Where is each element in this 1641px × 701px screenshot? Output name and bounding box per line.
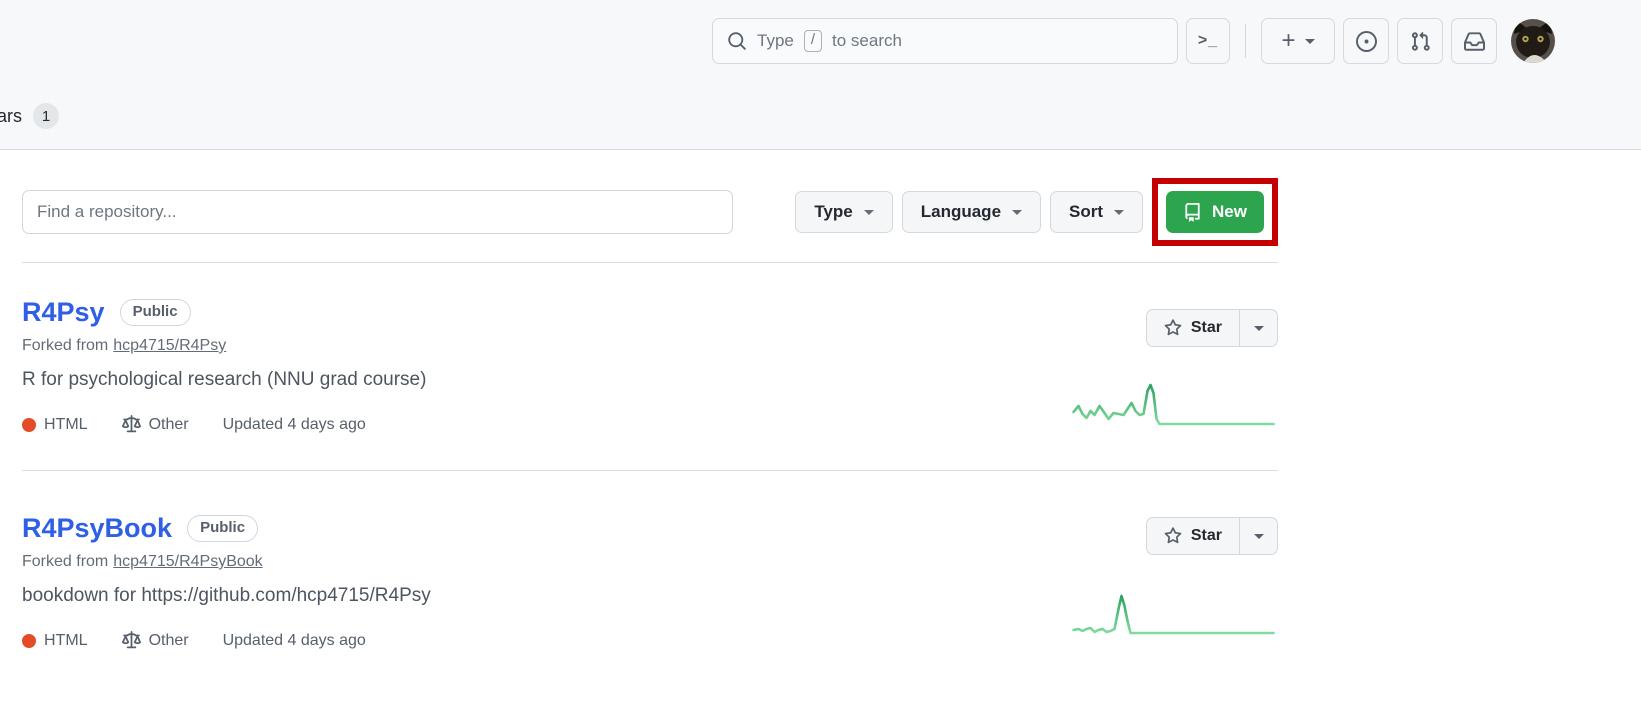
- inbox-icon: [1464, 31, 1485, 52]
- issue-opened-icon: [1356, 31, 1377, 52]
- tab-stars-label: Stars: [0, 106, 22, 127]
- star-label: Star: [1191, 527, 1222, 545]
- forked-from-label: Forked from: [22, 337, 108, 354]
- repo-name-link[interactable]: R4PsyBook: [22, 513, 172, 544]
- fork-source-link[interactable]: hcp4715/R4PsyBook: [113, 553, 262, 570]
- caret-down-icon: [1254, 326, 1264, 331]
- visibility-badge: Public: [187, 515, 258, 542]
- repository-toolbar: Type Language Sort New: [22, 178, 1278, 246]
- new-repository-label: New: [1212, 202, 1247, 222]
- type-filter-button[interactable]: Type: [795, 191, 892, 233]
- updated-meta: Updated 4 days ago: [223, 416, 366, 434]
- star-button[interactable]: Star: [1146, 517, 1240, 555]
- plus-icon: +: [1281, 27, 1295, 55]
- star-icon: [1164, 319, 1182, 337]
- create-new-button[interactable]: +: [1261, 18, 1335, 64]
- language-dot-icon: [22, 418, 36, 432]
- license-label: Other: [149, 416, 189, 434]
- repo-name-link[interactable]: R4Psy: [22, 297, 105, 328]
- caret-down-icon: [864, 210, 874, 215]
- issues-button[interactable]: [1343, 18, 1389, 64]
- git-pull-request-icon: [1410, 31, 1431, 52]
- law-icon: [122, 415, 141, 434]
- tab-stars-count: 1: [33, 103, 59, 129]
- repo-row: R4PsyBook Public Forked from hcp4715/R4Ps…: [22, 470, 1278, 686]
- toolbar-filters: Type Language Sort New: [786, 178, 1278, 246]
- language-meta: HTML: [22, 632, 88, 650]
- tab-stars[interactable]: Stars 1: [0, 103, 59, 129]
- repo-row: R4Psy Public Forked fromhcp4715/R4Psy R …: [22, 262, 1278, 470]
- star-button-group: Star: [1146, 517, 1278, 555]
- language-label: HTML: [44, 416, 88, 434]
- commit-activity-sparkline[interactable]: [1071, 589, 1276, 639]
- terminal-icon: >_: [1198, 32, 1218, 50]
- repo-icon: [1183, 203, 1202, 222]
- license-meta: Other: [122, 415, 189, 434]
- star-icon: [1164, 527, 1182, 545]
- star-button-group: Star: [1146, 309, 1278, 347]
- forked-from-label: Forked from: [22, 553, 108, 570]
- fork-line: Forked from hcp4715/R4Psy: [22, 337, 1278, 355]
- commit-activity-sparkline[interactable]: [1071, 381, 1276, 431]
- star-button[interactable]: Star: [1146, 309, 1240, 347]
- language-meta: HTML: [22, 416, 88, 434]
- star-label: Star: [1191, 319, 1222, 337]
- language-filter-label: Language: [921, 202, 1001, 222]
- new-repository-button[interactable]: New: [1166, 191, 1264, 233]
- caret-down-icon: [1254, 534, 1264, 539]
- type-filter-label: Type: [814, 202, 852, 222]
- find-repository-input[interactable]: [22, 190, 733, 234]
- pull-requests-button[interactable]: [1397, 18, 1443, 64]
- repositories-page: Type / to search >_ +: [0, 0, 1641, 701]
- language-filter-button[interactable]: Language: [902, 191, 1041, 233]
- user-avatar[interactable]: [1511, 19, 1555, 63]
- caret-down-icon: [1012, 210, 1022, 215]
- star-dropdown-button[interactable]: [1239, 309, 1278, 347]
- sort-filter-label: Sort: [1069, 202, 1103, 222]
- fork-line: Forked from hcp4715/R4PsyBook: [22, 553, 1278, 571]
- search-icon: [727, 31, 747, 51]
- header-divider: [1245, 24, 1246, 58]
- inbox-button[interactable]: [1451, 18, 1497, 64]
- caret-down-icon: [1305, 39, 1315, 44]
- search-placeholder-suffix: to search: [832, 31, 902, 51]
- sort-filter-button[interactable]: Sort: [1050, 191, 1143, 233]
- license-label: Other: [149, 632, 189, 650]
- language-dot-icon: [22, 634, 36, 648]
- repositories-content: Type Language Sort New: [22, 178, 1278, 686]
- caret-down-icon: [1114, 210, 1124, 215]
- law-icon: [122, 631, 141, 650]
- fork-source-link[interactable]: hcp4715/R4Psy: [113, 337, 226, 354]
- language-label: HTML: [44, 632, 88, 650]
- license-meta: Other: [122, 631, 189, 650]
- search-placeholder-prefix: Type: [757, 31, 794, 51]
- repo-title-row: R4Psy Public: [22, 297, 1278, 328]
- updated-meta: Updated 4 days ago: [223, 632, 366, 650]
- red-highlight-annotation: New: [1152, 178, 1278, 246]
- header-controls: Type / to search >_ +: [712, 18, 1555, 64]
- command-palette-button[interactable]: >_: [1186, 18, 1230, 64]
- slash-key-hint: /: [804, 30, 822, 53]
- repo-title-row: R4PsyBook Public: [22, 513, 1278, 544]
- global-search-input[interactable]: Type / to search: [712, 18, 1178, 64]
- global-header: Type / to search >_ +: [0, 0, 1641, 150]
- star-dropdown-button[interactable]: [1239, 517, 1278, 555]
- visibility-badge: Public: [120, 299, 191, 326]
